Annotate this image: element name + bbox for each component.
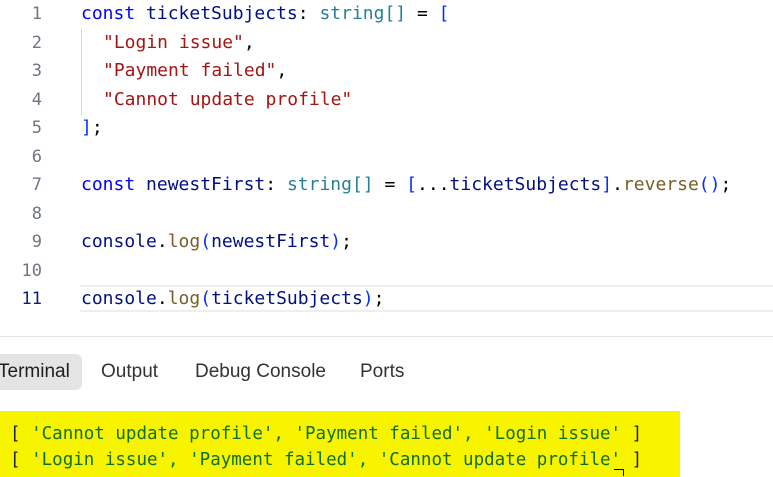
parens: ( xyxy=(200,231,212,252)
code-editor[interactable]: 1 const ticketSubjects: string[] = [ 2 "… xyxy=(0,0,773,336)
panel-tabs: Terminal Output Debug Console Ports xyxy=(0,354,773,390)
code-text[interactable]: "Login issue", xyxy=(103,31,255,55)
code-text[interactable]: "Cannot update profile" xyxy=(103,88,352,112)
bracket: [ xyxy=(406,174,418,195)
tab-output[interactable]: Output xyxy=(101,354,158,390)
line-number: 2 xyxy=(31,33,42,53)
punctuation: ; xyxy=(341,231,352,252)
identifier: ticketSubjects xyxy=(146,3,298,24)
code-line-2[interactable]: 2 "Login issue", xyxy=(0,29,773,57)
punctuation: : xyxy=(265,174,277,195)
terminal-output[interactable]: [ 'Cannot update profile', 'Payment fail… xyxy=(0,411,680,477)
punctuation: : xyxy=(297,3,309,24)
array-content: 'Cannot update profile', 'Payment failed… xyxy=(20,424,632,444)
code-line-9[interactable]: 9 console.log(newestFirst); xyxy=(0,228,773,256)
bracket: ] xyxy=(601,174,613,195)
identifier: ticketSubjects xyxy=(449,174,602,195)
parens: ) xyxy=(362,288,374,309)
code-text[interactable]: "Payment failed", xyxy=(103,59,287,83)
punctuation: , xyxy=(276,60,288,81)
identifier: newestFirst xyxy=(211,231,331,252)
punctuation: , xyxy=(243,32,255,53)
bracket: ] xyxy=(81,117,92,138)
code-line-3[interactable]: 3 "Payment failed", xyxy=(0,57,773,85)
line-number: 1 xyxy=(31,4,42,24)
array-bracket: ] xyxy=(631,424,643,444)
method-name: log xyxy=(167,231,201,252)
tab-terminal[interactable]: Terminal xyxy=(0,354,82,390)
bracket: [ xyxy=(438,3,450,24)
tab-label: Terminal xyxy=(0,361,70,382)
tab-label: Output xyxy=(101,361,159,382)
code-line-4[interactable]: 4 "Cannot update profile" xyxy=(0,86,773,114)
line-number: 7 xyxy=(31,175,42,195)
string-literal: "Cannot update profile" xyxy=(103,89,353,110)
array-bracket: [ xyxy=(10,450,21,470)
code-text[interactable]: const newestFirst: string[] = [...ticket… xyxy=(81,173,731,197)
string-literal: "Payment failed" xyxy=(103,60,277,81)
tab-ports[interactable]: Ports xyxy=(360,354,404,390)
code-text[interactable]: const ticketSubjects: string[] = [ xyxy=(81,2,450,26)
tab-debug-console[interactable]: Debug Console xyxy=(195,354,326,390)
tab-label: Ports xyxy=(360,361,405,382)
code-line-5[interactable]: 5 ]; xyxy=(0,114,773,142)
code-line-10[interactable]: 10 xyxy=(0,257,773,285)
punctuation: ; xyxy=(91,117,103,138)
operator: = xyxy=(384,174,396,195)
code-text[interactable]: console.log(newestFirst); xyxy=(81,230,352,254)
punctuation: . xyxy=(156,231,168,252)
code-text[interactable]: console.log(ticketSubjects); xyxy=(81,287,384,311)
text-cursor-icon xyxy=(614,469,624,476)
line-number: 9 xyxy=(31,232,42,252)
method-name: log xyxy=(167,288,201,309)
array-bracket: ] xyxy=(631,450,643,470)
parens: ( xyxy=(200,288,212,309)
line-number: 5 xyxy=(31,118,42,138)
punctuation: . xyxy=(612,174,623,195)
code-line-6[interactable]: 6 xyxy=(0,143,773,171)
terminal-line: [ 'Login issue', 'Payment failed', 'Cann… xyxy=(10,448,642,472)
array-bracket: [ xyxy=(10,424,21,444)
terminal-line: [ 'Cannot update profile', 'Payment fail… xyxy=(10,422,642,446)
parens: ) xyxy=(330,231,342,252)
method-name: reverse xyxy=(622,174,699,195)
punctuation: ; xyxy=(373,288,385,309)
line-number: 10 xyxy=(21,261,42,281)
string-literal: "Login issue" xyxy=(103,32,244,53)
keyword: const xyxy=(81,174,136,195)
punctuation: ; xyxy=(720,174,732,195)
code-line-7[interactable]: 7 const newestFirst: string[] = [...tick… xyxy=(0,171,773,199)
code-line-11[interactable]: 11 console.log(ticketSubjects); xyxy=(0,285,773,313)
keyword: const xyxy=(81,3,136,24)
bottom-panel: Terminal Output Debug Console Ports [ 'C… xyxy=(0,337,773,477)
line-number: 6 xyxy=(31,147,42,167)
code-text[interactable]: ]; xyxy=(81,116,103,140)
parens: () xyxy=(698,174,721,195)
type-annotation: string[] xyxy=(286,174,374,195)
type-annotation: string[] xyxy=(319,3,407,24)
line-number: 11 xyxy=(21,289,42,309)
code-line-8[interactable]: 8 xyxy=(0,200,773,228)
identifier: ticketSubjects xyxy=(211,288,363,309)
punctuation: . xyxy=(156,288,168,309)
line-number: 8 xyxy=(31,204,42,224)
identifier: newestFirst xyxy=(146,174,266,195)
array-content: 'Login issue', 'Payment failed', 'Cannot… xyxy=(20,450,632,470)
identifier: console xyxy=(81,288,157,309)
line-number: 4 xyxy=(31,90,42,110)
tab-label: Debug Console xyxy=(195,361,326,382)
identifier: console xyxy=(81,231,157,252)
spread-operator: ... xyxy=(417,174,450,195)
line-number: 3 xyxy=(31,61,42,81)
code-line-1[interactable]: 1 const ticketSubjects: string[] = [ xyxy=(0,0,773,28)
operator: = xyxy=(416,3,428,24)
